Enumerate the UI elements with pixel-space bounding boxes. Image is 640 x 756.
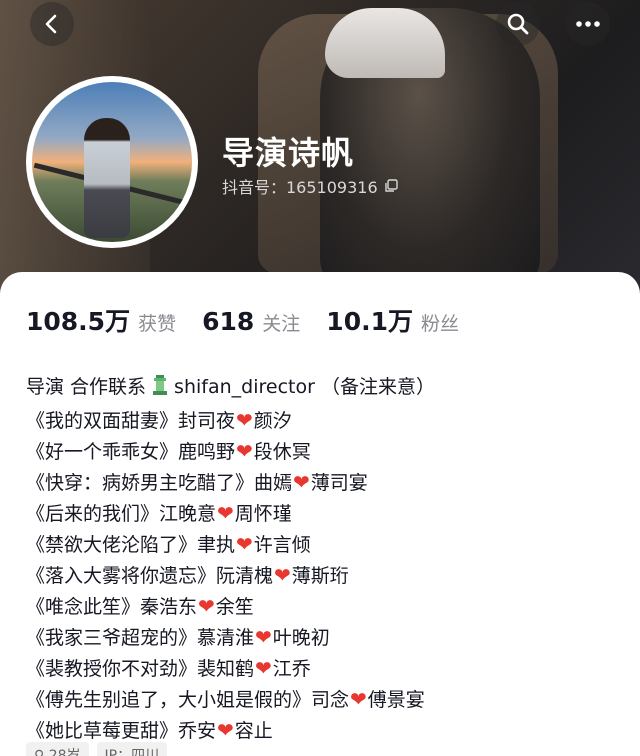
stat-followers-label: 粉丝 (420, 313, 459, 335)
douyin-id-text: 抖音号：165109316 (222, 178, 378, 197)
heart-icon: ❤ (217, 718, 234, 742)
avatar-figure (84, 118, 130, 238)
heart-icon: ❤ (198, 594, 215, 618)
heart-icon: ❤ (217, 501, 234, 525)
profile-meta-tags: ♀ 28岁 IP：四川 (26, 742, 168, 756)
heart-icon: ❤ (236, 408, 253, 432)
bio-drama-line: 《唯念此笙》秦浩东❤余笙 (26, 591, 626, 622)
age-tag: ♀ 28岁 (26, 742, 89, 756)
bio-drama-line: 《落入大雾将你遗忘》阮清槐❤薄斯珩 (26, 560, 626, 591)
stat-following-label: 关注 (262, 313, 301, 335)
cover-cap (325, 8, 445, 78)
more-dots-icon (576, 21, 600, 27)
ip-tag: IP：四川 (96, 742, 168, 756)
bio-drama-line: 《裴教授你不对劲》裴知鹤❤江乔 (26, 653, 626, 684)
search-button[interactable] (496, 2, 540, 46)
profile-nickname: 导演诗帆 (222, 134, 355, 172)
stat-followers-value: 10.1万 (326, 307, 413, 336)
chevron-left-icon (45, 14, 57, 34)
heart-icon: ❤ (236, 532, 253, 556)
drama-partner: 颜汐 (253, 410, 292, 432)
drama-partner: 许言倾 (253, 534, 311, 556)
stat-following-value: 618 (202, 307, 255, 336)
drama-partner: 江乔 (272, 658, 311, 680)
stat-likes-label: 获赞 (138, 313, 177, 335)
drama-title: 《后来的我们》江晚意 (26, 503, 217, 525)
bio-drama-line: 《我家三爷超宠的》慕清淮❤叶晚初 (26, 622, 626, 653)
drama-title: 《裴教授你不对劲》裴知鹤 (26, 658, 255, 680)
back-button[interactable] (30, 2, 74, 46)
drama-title: 《禁欲大佬沦陷了》聿执 (26, 534, 236, 556)
drama-partner: 余笙 (215, 596, 254, 618)
stat-following[interactable]: 618 关注 (202, 307, 300, 336)
stat-likes-value: 108.5万 (26, 307, 131, 336)
drama-partner: 薄司宴 (310, 472, 368, 494)
drama-title: 《唯念此笙》秦浩东 (26, 596, 198, 618)
bio-drama-line: 《后来的我们》江晚意❤周怀瑾 (26, 498, 626, 529)
drama-partner: 段休冥 (253, 441, 311, 463)
drama-partner: 容止 (234, 720, 273, 742)
drama-title: 《我家三爷超宠的》慕清淮 (26, 627, 255, 649)
bio-contact-suffix: （备注来意） (320, 376, 435, 398)
drama-partner: 傅景宴 (367, 689, 425, 711)
bio-contact-prefix: 导演 合作联系 (26, 376, 147, 398)
bio-drama-line: 《好一个乖乖女》鹿鸣野❤段休冥 (26, 436, 626, 467)
drama-title: 《快穿：病娇男主吃醋了》曲嫣 (26, 472, 293, 494)
search-icon (507, 13, 529, 35)
avatar-image (32, 82, 192, 242)
drama-title: 《傅先生别追了，大小姐是假的》司念 (26, 689, 350, 711)
bio-drama-line: 《傅先生别追了，大小姐是假的》司念❤傅景宴 (26, 684, 626, 715)
bio-drama-line: 《禁欲大佬沦陷了》聿执❤许言倾 (26, 529, 626, 560)
bio-drama-line: 《我的双面甜妻》封司夜❤颜汐 (26, 405, 626, 436)
heart-icon: ❤ (293, 470, 310, 494)
heart-icon: ❤ (255, 656, 272, 680)
bio-drama-line: 《快穿：病娇男主吃醋了》曲嫣❤薄司宴 (26, 467, 626, 498)
bio-contact-line: 导演 合作联系 shifan_director （备注来意） (26, 372, 626, 405)
heart-icon: ❤ (350, 687, 367, 711)
drama-partner: 叶晚初 (272, 627, 330, 649)
copy-icon[interactable] (384, 179, 398, 193)
drama-title: 《落入大雾将你遗忘》阮清槐 (26, 565, 274, 587)
drama-title: 《我的双面甜妻》封司夜 (26, 410, 236, 432)
avatar[interactable] (26, 76, 198, 248)
tower-icon (150, 374, 170, 405)
profile-bio: 导演 合作联系 shifan_director （备注来意） 《我的双面甜妻》封司… (26, 372, 626, 746)
douyin-id-row[interactable]: 抖音号：165109316 (222, 174, 398, 198)
stat-likes[interactable]: 108.5万 获赞 (26, 302, 176, 338)
drama-title: 《好一个乖乖女》鹿鸣野 (26, 441, 236, 463)
stats-row: 108.5万 获赞 618 关注 10.1万 粉丝 (26, 302, 485, 338)
stat-followers[interactable]: 10.1万 粉丝 (326, 302, 459, 338)
more-button[interactable] (566, 2, 610, 46)
heart-icon: ❤ (255, 625, 272, 649)
heart-icon: ❤ (274, 563, 291, 587)
drama-partner: 周怀瑾 (234, 503, 292, 525)
drama-title: 《她比草莓更甜》乔安 (26, 720, 217, 742)
heart-icon: ❤ (236, 439, 253, 463)
drama-partner: 薄斯珩 (291, 565, 349, 587)
bio-contact-handle: shifan_director (174, 376, 315, 398)
